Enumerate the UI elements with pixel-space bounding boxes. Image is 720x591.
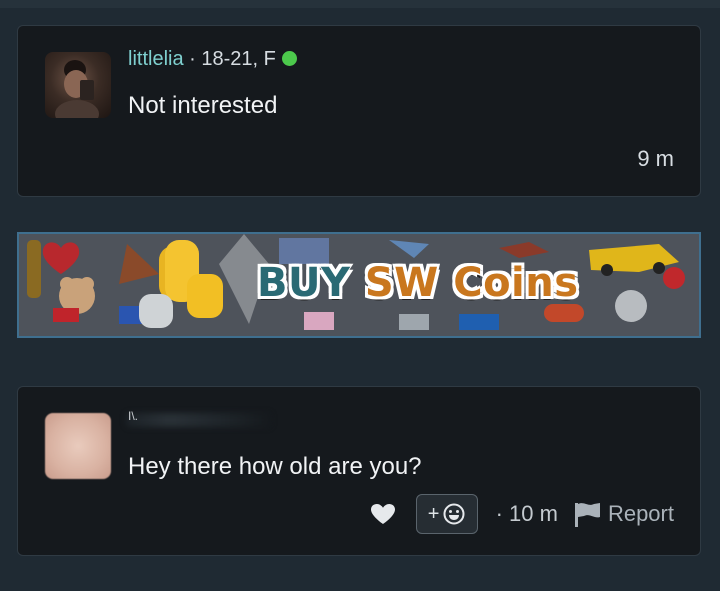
flag-icon[interactable] xyxy=(572,499,602,529)
online-status-dot xyxy=(281,51,297,66)
meta-separator: · xyxy=(183,48,202,70)
timestamp: · 10 m xyxy=(495,501,558,526)
username-blurred xyxy=(126,413,271,427)
top-edge xyxy=(0,0,720,8)
add-reaction-button[interactable]: + xyxy=(415,494,478,534)
message-text: Not interested xyxy=(128,92,278,119)
smiley-icon xyxy=(443,503,465,525)
banner-title-buy: BUY xyxy=(257,260,365,306)
timestamp: 9 m xyxy=(637,146,674,171)
user-info: 18-21, F xyxy=(201,48,276,70)
avatar[interactable] xyxy=(45,52,111,118)
username-link[interactable]: littlelia xyxy=(128,48,184,70)
add-reaction-label: + xyxy=(427,502,440,525)
banner-title-coins: SW Coins xyxy=(364,260,579,306)
banner-title: BUY SW Coins xyxy=(257,260,579,306)
avatar-photo xyxy=(55,60,99,118)
message-text: Hey there how old are you? xyxy=(128,453,422,480)
post-meta: littlelia · 18-21, F xyxy=(128,48,297,71)
message-card-2: I\. Hey there how old are you? + · 10 m … xyxy=(17,386,701,556)
report-link[interactable]: Report xyxy=(608,501,674,527)
message-card-1: littlelia · 18-21, F Not interested 9 m xyxy=(17,25,701,197)
heart-icon[interactable] xyxy=(370,503,396,525)
post-actions: + · 10 m Report xyxy=(370,494,674,534)
avatar-blurred[interactable] xyxy=(45,413,111,479)
username-partial: I\. xyxy=(128,409,139,423)
buy-coins-banner[interactable]: BUY SW Coins xyxy=(17,232,701,338)
